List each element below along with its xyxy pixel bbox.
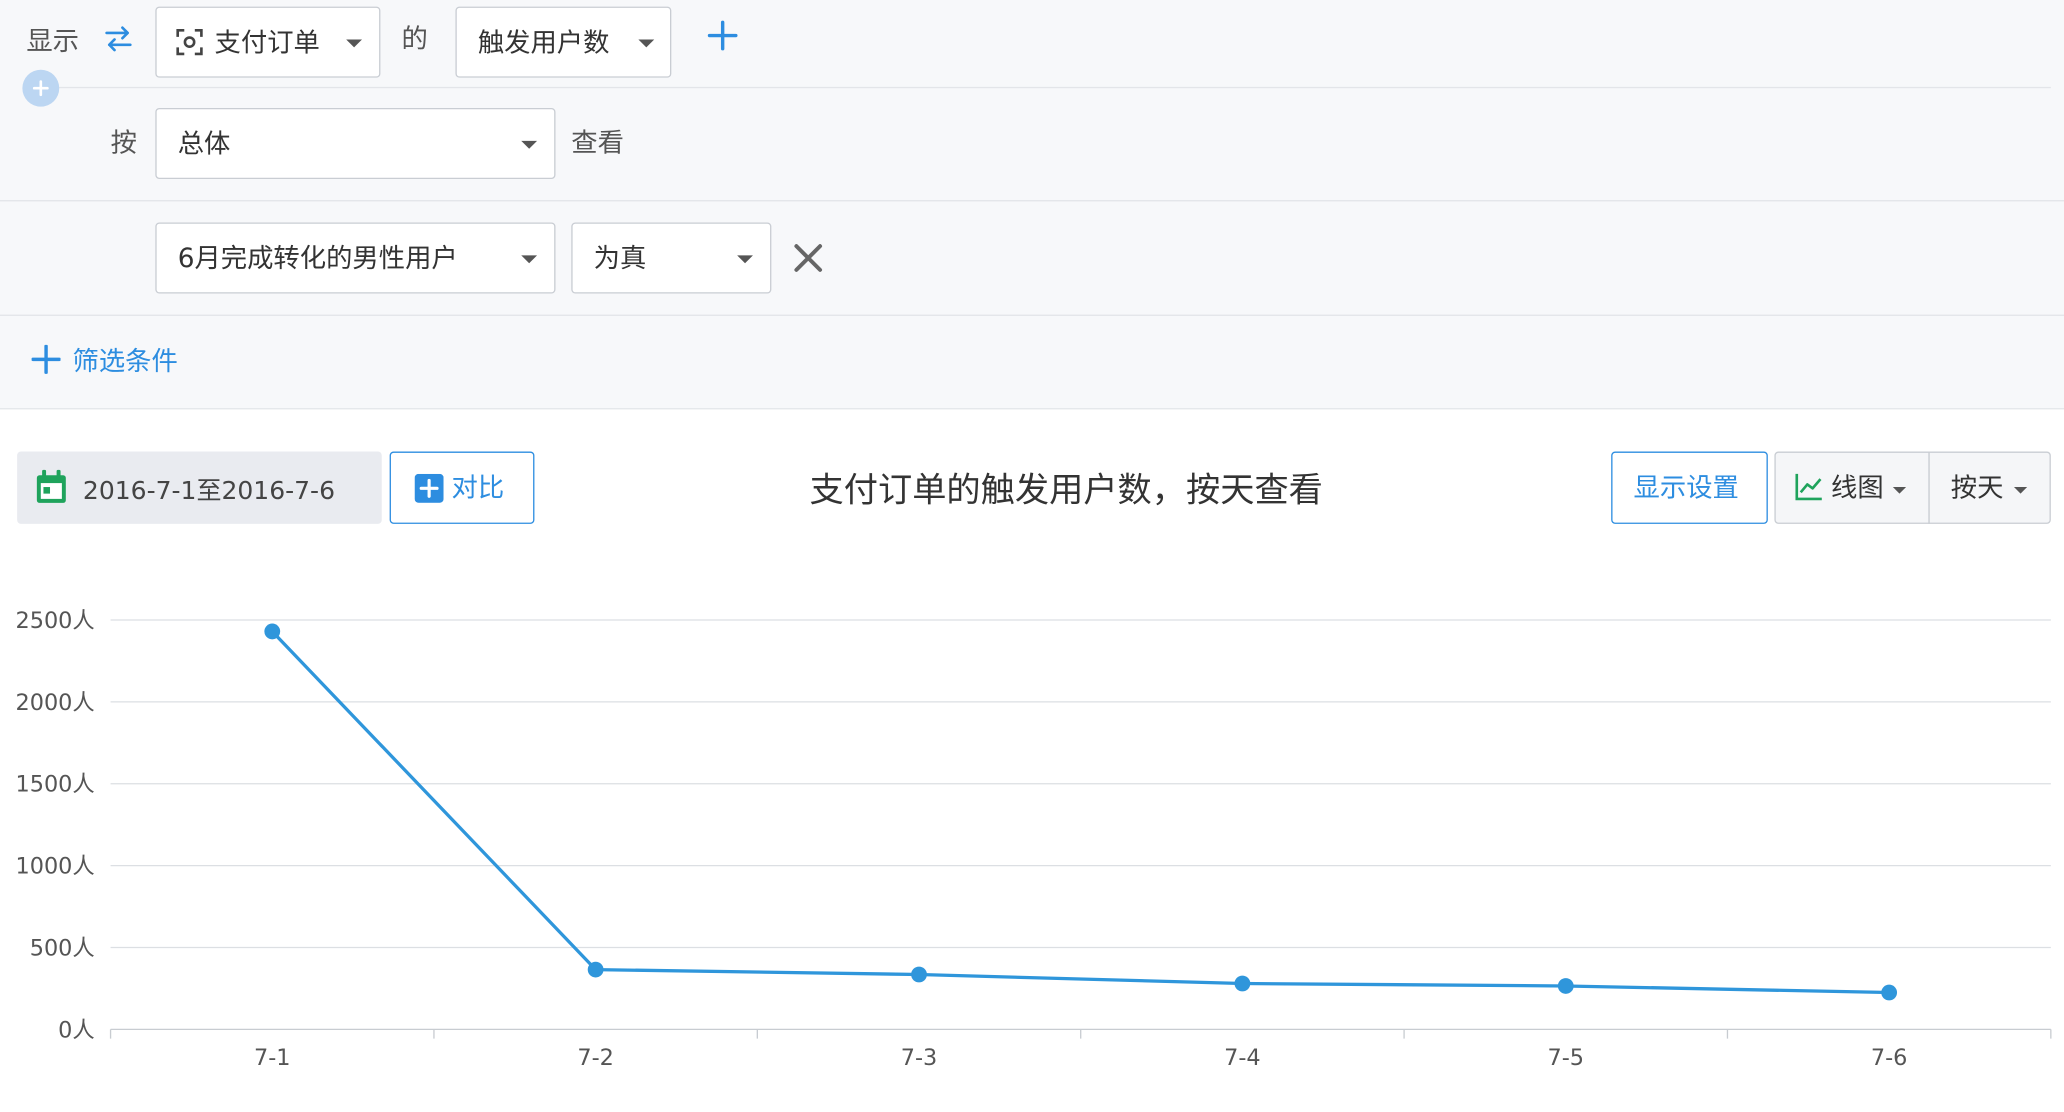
line-chart-icon bbox=[1794, 473, 1823, 502]
date-range-picker[interactable]: 2016-7-1至2016-7-6 bbox=[17, 451, 382, 524]
data-point bbox=[1557, 978, 1574, 994]
filter-value-select[interactable]: 为真 bbox=[571, 222, 772, 294]
x-tick-label: 7-5 bbox=[1548, 1045, 1585, 1071]
filter-value: 为真 bbox=[593, 242, 647, 274]
row-divider bbox=[0, 314, 2064, 316]
chart-type-label: 线图 bbox=[1831, 471, 1884, 503]
analytics-screen: 显示 支付订单 的 触发用户数 按 总体 查看 6月完成转化的男性用户 为真 筛… bbox=[0, 0, 2064, 1112]
chart-type-dropdown[interactable]: 线图 bbox=[1774, 451, 1930, 524]
of-label: 的 bbox=[401, 22, 428, 54]
chevron-down-icon bbox=[1892, 487, 1907, 494]
chevron-down-icon bbox=[2013, 487, 2028, 494]
show-label: 显示 bbox=[26, 25, 79, 57]
group-by-select[interactable]: 总体 bbox=[155, 107, 556, 180]
group-by-select-value: 总体 bbox=[177, 127, 231, 160]
data-point bbox=[264, 623, 281, 640]
chevron-down-icon bbox=[521, 255, 538, 264]
data-point bbox=[1234, 975, 1251, 992]
metric-select-value: 触发用户数 bbox=[477, 26, 610, 58]
x-tick-label: 7-4 bbox=[1224, 1045, 1261, 1071]
chevron-down-icon bbox=[638, 39, 655, 48]
view-label: 查看 bbox=[571, 126, 624, 158]
add-compare-icon bbox=[414, 473, 444, 503]
chevron-down-icon bbox=[346, 39, 362, 48]
x-tick-label: 7-6 bbox=[1871, 1045, 1908, 1071]
row-divider bbox=[0, 200, 2064, 202]
series-line bbox=[271, 630, 1890, 995]
swap-icon[interactable] bbox=[103, 21, 135, 55]
event-icon bbox=[175, 28, 204, 57]
add-filter-label: 筛选条件 bbox=[72, 344, 178, 377]
add-metric-icon[interactable] bbox=[707, 20, 739, 52]
y-tick-label: 1000人 bbox=[16, 854, 95, 880]
row-divider bbox=[39, 86, 2051, 89]
event-select-value: 支付订单 bbox=[214, 26, 320, 58]
remove-filter-icon[interactable] bbox=[792, 242, 824, 274]
granularity-label: 按天 bbox=[1950, 471, 2004, 503]
add-filter-button[interactable]: 筛选条件 bbox=[31, 340, 178, 377]
metric-select[interactable]: 触发用户数 bbox=[455, 6, 672, 78]
y-tick-label: 2500人 bbox=[16, 608, 95, 634]
date-range-text: 2016-7-1至2016-7-6 bbox=[82, 476, 336, 506]
filter-condition-value: 6月完成转化的男性用户 bbox=[177, 242, 458, 274]
chevron-down-icon bbox=[737, 255, 753, 264]
granularity-dropdown[interactable]: 按天 bbox=[1928, 451, 2051, 524]
compare-label: 对比 bbox=[451, 471, 505, 503]
x-tick-label: 7-2 bbox=[577, 1045, 614, 1071]
data-point bbox=[1881, 984, 1898, 1001]
y-tick-label: 0人 bbox=[58, 1017, 95, 1043]
data-point bbox=[911, 966, 927, 983]
compare-button[interactable]: 对比 bbox=[389, 451, 535, 524]
plus-icon bbox=[31, 344, 61, 375]
x-tick-label: 7-1 bbox=[254, 1045, 291, 1071]
chart-title: 支付订单的触发用户数，按天查看 bbox=[809, 471, 1323, 511]
y-tick-label: 2000人 bbox=[16, 690, 95, 716]
line-chart: 0人 500人 1000人 1500人 2000人 2500人 7-1 7-2 7-3 7-4 7-… bbox=[16, 608, 2052, 1071]
y-tick-label: 500人 bbox=[30, 935, 95, 961]
event-select[interactable]: 支付订单 bbox=[155, 6, 381, 78]
display-settings-button[interactable]: 显示设置 bbox=[1611, 451, 1768, 524]
x-tick-label: 7-3 bbox=[901, 1045, 938, 1071]
chevron-down-icon bbox=[521, 140, 538, 149]
calendar-icon bbox=[34, 469, 68, 506]
add-group-icon[interactable] bbox=[22, 69, 60, 107]
display-settings-label: 显示设置 bbox=[1633, 471, 1739, 503]
data-point bbox=[587, 961, 604, 978]
by-label: 按 bbox=[110, 126, 137, 158]
y-tick-label: 1500人 bbox=[16, 772, 95, 798]
filter-condition-select[interactable]: 6月完成转化的男性用户 bbox=[155, 222, 556, 294]
